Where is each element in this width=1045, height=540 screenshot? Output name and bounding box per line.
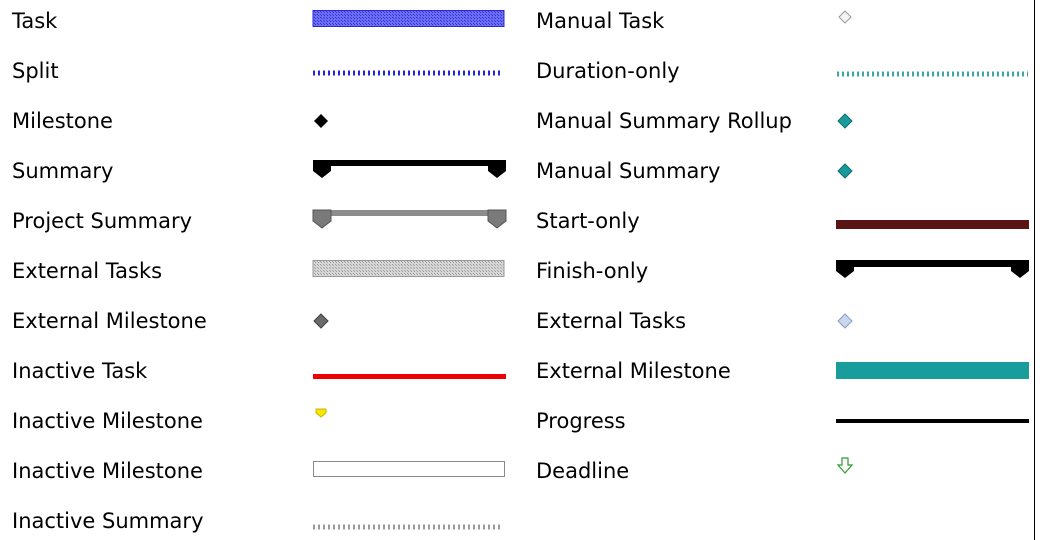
external-tasks-diamond: [836, 303, 876, 339]
legend-label: Summary: [12, 159, 114, 183]
legend-row-progress: Progress: [536, 403, 1036, 453]
legend-label: Project Summary: [12, 209, 193, 233]
legend-row-external-milestone: External Milestone: [536, 353, 1036, 403]
legend-row-milestone: Milestone: [12, 103, 532, 153]
legend-label: External Tasks: [12, 259, 163, 283]
legend-label: Inactive Summary: [12, 509, 204, 533]
legend-label: Deadline: [536, 459, 630, 483]
legend-label: Manual Task: [536, 9, 665, 33]
milestone-diamond: [312, 103, 352, 139]
manual-summary-diamond: [836, 153, 876, 189]
task-bar: [312, 3, 512, 39]
outline-bar: [312, 453, 512, 489]
legend-label: Manual Summary: [536, 159, 721, 183]
legend-row-inactive-task: Inactive Task: [12, 353, 532, 403]
legend-row-split: Split: [12, 53, 532, 103]
legend-row-external-tasks: External Tasks: [536, 303, 1036, 353]
start-only-bar: [836, 203, 1036, 239]
duration-only-dots: [836, 53, 1036, 89]
legend-label: Task: [12, 9, 58, 33]
legend-label: Inactive Task: [12, 359, 148, 383]
legend-label: Manual Summary Rollup: [536, 109, 792, 133]
legend-row-manual-summary: Manual Summary: [536, 153, 1036, 203]
legend-label: Progress: [536, 409, 626, 433]
inactive-milestone-marker: [312, 403, 352, 439]
inactive-task-line: [312, 353, 512, 389]
legend-label: External Milestone: [536, 359, 731, 383]
legend-row-manual-task: Manual Task: [536, 3, 1036, 53]
legend-row-inactive-milestone: Inactive Milestone: [12, 403, 532, 453]
legend-row-summary: Summary: [12, 153, 532, 203]
legend-label: Milestone: [12, 109, 113, 133]
legend-row-manual-summary-rollup: Manual Summary Rollup: [536, 103, 1036, 153]
manual-summary-rollup-diamond: [836, 103, 876, 139]
legend-row-inactive-milestone-2: Inactive Milestone: [12, 453, 532, 503]
split-dots: [312, 53, 512, 89]
right-border-line: [1034, 0, 1035, 540]
legend-label: Finish-only: [536, 259, 649, 283]
inactive-summary-dots: [312, 503, 512, 539]
legend-label: Start-only: [536, 209, 640, 233]
legend-label: External Milestone: [12, 309, 207, 333]
legend-label: Inactive Milestone: [12, 409, 203, 433]
manual-task-diamond: [836, 3, 876, 39]
legend-row-finish-only: Finish-only: [536, 253, 1036, 303]
external-milestone-diamond: [312, 303, 352, 339]
legend-row-project-summary: Project Summary: [12, 203, 532, 253]
legend-row-external-tasks: External Tasks: [12, 253, 532, 303]
deadline-arrow-icon: [836, 453, 876, 489]
legend-panel: Task Split Milestone Summary Project Sum…: [0, 0, 1045, 540]
external-task-bar: [312, 253, 512, 289]
legend-row-duration-only: Duration-only: [536, 53, 1036, 103]
progress-line: [836, 403, 1036, 439]
finish-only-bar: [836, 253, 1036, 289]
project-summary-bar: [312, 203, 512, 239]
legend-row-task: Task: [12, 3, 532, 53]
legend-label: Split: [12, 59, 59, 83]
legend-row-inactive-summary: Inactive Summary: [12, 503, 532, 540]
legend-row-external-milestone: External Milestone: [12, 303, 532, 353]
legend-label: Inactive Milestone: [12, 459, 203, 483]
legend-row-deadline: Deadline: [536, 453, 1036, 503]
legend-label: Duration-only: [536, 59, 680, 83]
legend-label: External Tasks: [536, 309, 687, 333]
external-milestone-bar: [836, 353, 1036, 389]
summary-bar: [312, 153, 512, 189]
legend-row-start-only: Start-only: [536, 203, 1036, 253]
